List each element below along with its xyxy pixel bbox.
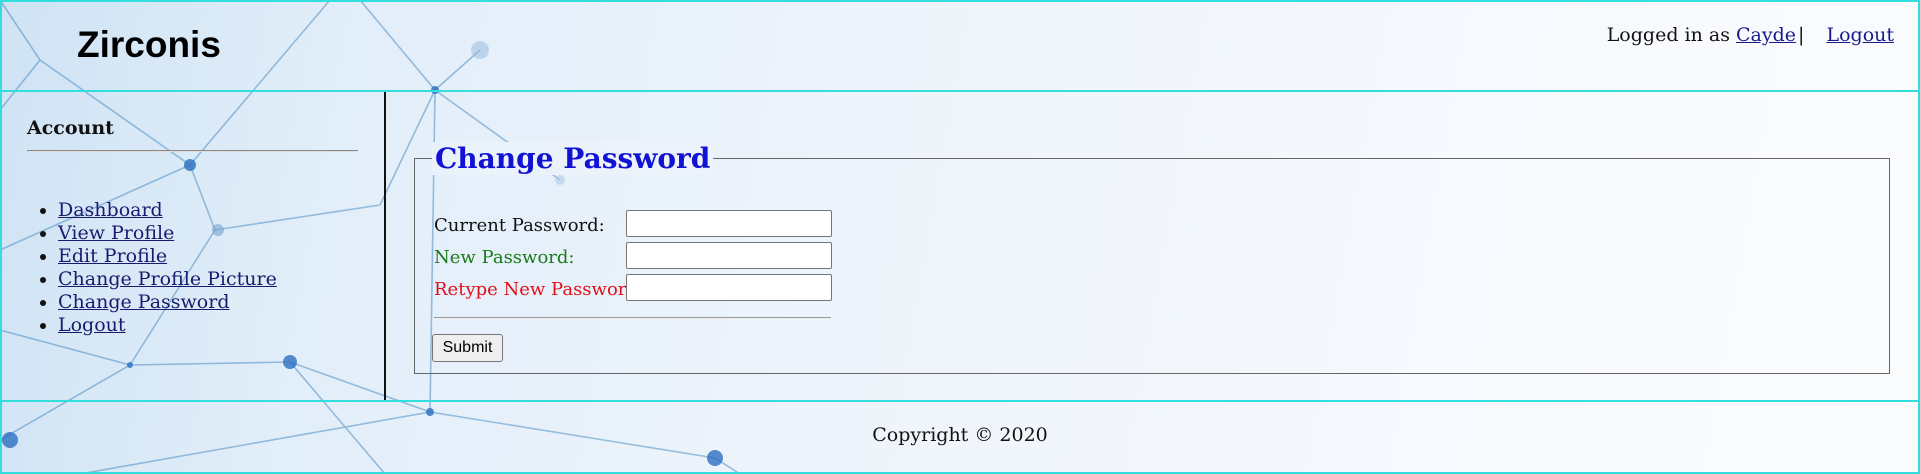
sidebar-title: Account — [27, 117, 114, 139]
sidebar-link-change-password[interactable]: Change Password — [58, 291, 230, 313]
sidebar-item-logout: Logout — [58, 314, 277, 337]
current-password-input[interactable] — [626, 210, 832, 237]
copyright-text: Copyright © 2020 — [872, 424, 1048, 446]
retype-password-label: Retype New Password: — [434, 279, 644, 300]
new-password-input[interactable] — [626, 242, 832, 269]
sidebar-link-edit-profile[interactable]: Edit Profile — [58, 245, 167, 267]
new-password-label: New Password: — [434, 247, 575, 268]
sidebar-item-change-profile-picture: Change Profile Picture — [58, 268, 277, 291]
form-divider — [434, 317, 831, 319]
current-password-label: Current Password: — [434, 215, 605, 236]
sidebar-link-dashboard[interactable]: Dashboard — [58, 199, 163, 221]
submit-button[interactable]: Submit — [432, 334, 503, 362]
sidebar-item-change-password: Change Password — [58, 291, 277, 314]
site-logo-text: Zirconis — [77, 24, 221, 65]
form-legend: Change Password — [432, 142, 714, 175]
header-separator: | — [1798, 24, 1805, 46]
sidebar-item-dashboard: Dashboard — [58, 199, 277, 222]
sidebar-link-view-profile[interactable]: View Profile — [58, 222, 174, 244]
sidebar-link-change-profile-picture[interactable]: Change Profile Picture — [58, 268, 277, 290]
retype-password-input[interactable] — [626, 274, 832, 301]
sidebar-divider — [27, 150, 358, 152]
logged-in-prefix: Logged in as — [1606, 24, 1730, 46]
username-link[interactable]: Cayde — [1736, 24, 1796, 46]
change-password-form: Change Password Current Password: New Pa… — [414, 142, 1890, 374]
header-logout-link[interactable]: Logout — [1826, 24, 1894, 46]
sidebar-item-view-profile: View Profile — [58, 222, 277, 245]
sidebar-nav: Dashboard View Profile Edit Profile Chan… — [58, 199, 277, 337]
user-status: Logged in as Cayde | Logout — [1607, 24, 1894, 46]
sidebar-item-edit-profile: Edit Profile — [58, 245, 277, 268]
sidebar-link-logout[interactable]: Logout — [58, 314, 126, 336]
